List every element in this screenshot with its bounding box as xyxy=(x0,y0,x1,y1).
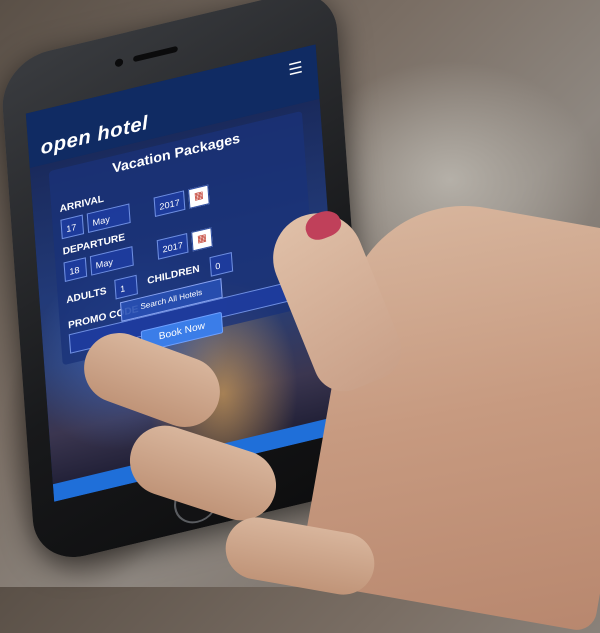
adults-label: ADULTS xyxy=(65,285,108,307)
departure-month-select[interactable]: May xyxy=(89,246,134,276)
speaker-grille xyxy=(132,45,178,63)
children-label: CHILDREN xyxy=(146,263,201,287)
children-select[interactable]: 0 xyxy=(209,251,234,277)
departure-year-select[interactable]: 2017 xyxy=(156,233,189,260)
hamburger-menu-icon[interactable]: ☰ xyxy=(288,57,304,80)
departure-day-select[interactable]: 18 xyxy=(63,257,88,282)
arrival-month-select[interactable]: May xyxy=(86,203,131,233)
arrival-day-select[interactable]: 17 xyxy=(60,214,85,240)
calendar-icon[interactable]: ▦ xyxy=(191,227,213,252)
camera-icon xyxy=(114,57,124,68)
arrival-year-select[interactable]: 2017 xyxy=(153,190,186,218)
calendar-icon[interactable]: ▦ xyxy=(188,184,210,209)
adults-select[interactable]: 1 xyxy=(114,274,138,300)
